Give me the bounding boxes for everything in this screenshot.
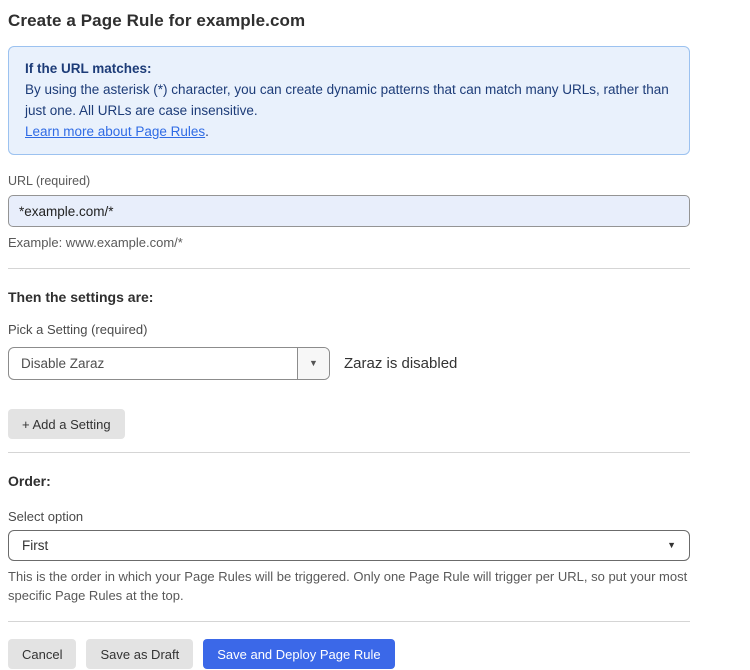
page-rule-form: Create a Page Rule for example.com If th… bbox=[8, 0, 690, 669]
order-select[interactable]: First ▼ bbox=[8, 530, 690, 561]
info-box-heading: If the URL matches: bbox=[25, 61, 152, 76]
divider bbox=[8, 452, 690, 453]
pick-setting-label: Pick a Setting (required) bbox=[8, 322, 148, 337]
chevron-down-icon: ▼ bbox=[309, 358, 318, 368]
info-box-body: By using the asterisk (*) character, you… bbox=[25, 82, 669, 118]
setting-row: Disable Zaraz ▼ Zaraz is disabled bbox=[8, 347, 690, 380]
form-actions: Cancel Save as Draft Save and Deploy Pag… bbox=[8, 639, 690, 669]
add-setting-button[interactable]: + Add a Setting bbox=[8, 409, 125, 439]
order-section-heading: Order: bbox=[8, 473, 51, 489]
setting-status-text: Zaraz is disabled bbox=[344, 355, 458, 372]
cancel-button[interactable]: Cancel bbox=[8, 639, 77, 669]
learn-more-link[interactable]: Learn more about Page Rules bbox=[25, 124, 205, 139]
setting-select-arrow-button[interactable]: ▼ bbox=[297, 348, 329, 379]
order-help-text: This is the order in which your Page Rul… bbox=[8, 569, 688, 603]
info-box-link-line: Learn more about Page Rules. bbox=[25, 121, 673, 142]
url-input[interactable] bbox=[8, 195, 690, 227]
order-select-label: Select option bbox=[8, 509, 84, 524]
url-field-label: URL (required) bbox=[8, 174, 91, 188]
setting-select-value: Disable Zaraz bbox=[21, 356, 105, 371]
page-title: Create a Page Rule for example.com bbox=[8, 11, 306, 30]
settings-section-heading: Then the settings are: bbox=[8, 289, 154, 305]
save-and-deploy-button[interactable]: Save and Deploy Page Rule bbox=[203, 639, 395, 669]
divider bbox=[8, 621, 690, 622]
url-example-text: Example: www.example.com/* bbox=[8, 235, 183, 250]
divider bbox=[8, 268, 690, 269]
order-select-value: First bbox=[22, 538, 49, 553]
url-matches-info-box: If the URL matches: By using the asteris… bbox=[8, 46, 690, 155]
setting-select[interactable]: Disable Zaraz ▼ bbox=[8, 347, 330, 380]
save-as-draft-button[interactable]: Save as Draft bbox=[86, 639, 194, 669]
link-suffix: . bbox=[205, 124, 209, 139]
chevron-down-icon: ▼ bbox=[667, 540, 676, 550]
